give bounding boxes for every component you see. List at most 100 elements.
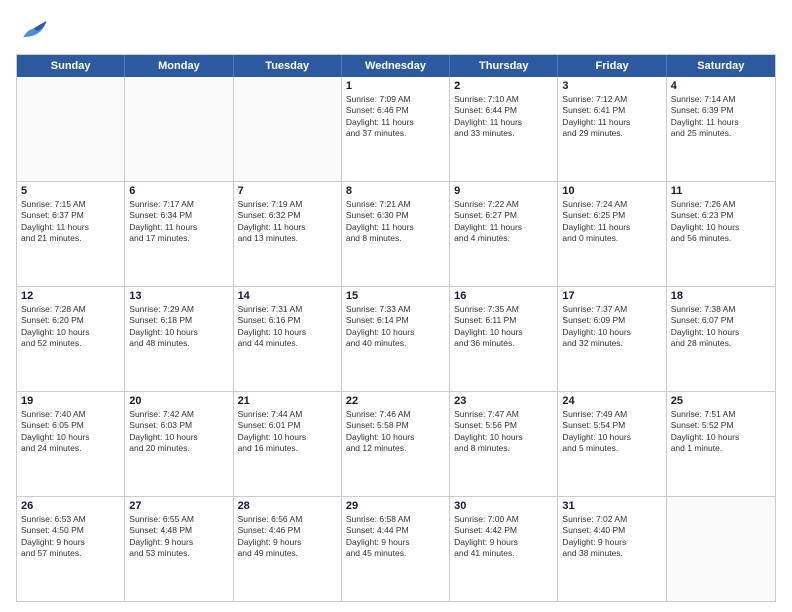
calendar: SundayMondayTuesdayWednesdayThursdayFrid… [16,54,776,602]
day-cell-22: 22Sunrise: 7:46 AM Sunset: 5:58 PM Dayli… [342,392,450,496]
day-cell-11: 11Sunrise: 7:26 AM Sunset: 6:23 PM Dayli… [667,182,775,286]
calendar-row-3: 19Sunrise: 7:40 AM Sunset: 6:05 PM Dayli… [17,391,775,496]
day-cell-30: 30 Sunrise: 7:00 AM Sunset: 4:42 PM Dayli… [450,497,558,601]
weekday-header-tuesday: Tuesday [234,55,342,77]
day-number: 13 [129,290,228,302]
day-cell-20: 20 Sunrise: 7:42 AM Sunset: 6:03 PM Dayli… [125,392,233,496]
day-number: 21 [238,395,337,407]
day-cell-17: 17Sunrise: 7:37 AM Sunset: 6:09 PM Dayli… [558,287,666,391]
day-info: Sunrise: 7:33 AM Sunset: 6:14 PM Dayligh… [346,304,445,350]
day-info: Sunrise: 7:09 AM Sunset: 6:46 PM Dayligh… [346,94,445,140]
calendar-body: 1 Sunrise: 7:09 AM Sunset: 6:46 PM Daylig… [17,77,775,601]
day-info: Sunrise: 7:14 AM Sunset: 6:39 PM Dayligh… [671,94,771,140]
weekday-header-saturday: Saturday [667,55,775,77]
day-info: Sunrise: 7:49 AM Sunset: 5:54 PM Dayligh… [562,409,661,455]
day-info: Sunrise: 7:00 AM Sunset: 4:42 PM Dayligh… [454,514,553,560]
day-number: 28 [238,500,337,512]
day-cell-14: 14 Sunrise: 7:31 AM Sunset: 6:16 PM Dayli… [234,287,342,391]
day-number: 8 [346,185,445,197]
day-number: 7 [238,185,337,197]
day-number: 11 [671,185,771,197]
page: SundayMondayTuesdayWednesdayThursdayFrid… [0,0,792,612]
day-info: Sunrise: 7:31 AM Sunset: 6:16 PM Dayligh… [238,304,337,350]
day-cell-18: 18 Sunrise: 7:38 AM Sunset: 6:07 PM Dayli… [667,287,775,391]
day-info: Sunrise: 7:24 AM Sunset: 6:25 PM Dayligh… [562,199,661,245]
day-cell-9: 9Sunrise: 7:22 AM Sunset: 6:27 PM Daylig… [450,182,558,286]
day-number: 1 [346,80,445,92]
day-info: Sunrise: 7:35 AM Sunset: 6:11 PM Dayligh… [454,304,553,350]
day-cell-6: 6 Sunrise: 7:17 AM Sunset: 6:34 PM Daylig… [125,182,233,286]
calendar-row-4: 26 Sunrise: 6:53 AM Sunset: 4:50 PM Dayli… [17,496,775,601]
day-number: 3 [562,80,661,92]
day-cell-16: 16 Sunrise: 7:35 AM Sunset: 6:11 PM Dayli… [450,287,558,391]
day-cell-19: 19Sunrise: 7:40 AM Sunset: 6:05 PM Dayli… [17,392,125,496]
day-number: 10 [562,185,661,197]
day-info: Sunrise: 7:28 AM Sunset: 6:20 PM Dayligh… [21,304,120,350]
day-cell-3: 3 Sunrise: 7:12 AM Sunset: 6:41 PM Daylig… [558,77,666,181]
day-cell-15: 15Sunrise: 7:33 AM Sunset: 6:14 PM Dayli… [342,287,450,391]
day-number: 26 [21,500,120,512]
day-info: Sunrise: 6:56 AM Sunset: 4:46 PM Dayligh… [238,514,337,560]
day-info: Sunrise: 7:02 AM Sunset: 4:40 PM Dayligh… [562,514,661,560]
day-number: 24 [562,395,661,407]
day-number: 20 [129,395,228,407]
day-number: 30 [454,500,553,512]
day-info: Sunrise: 6:55 AM Sunset: 4:48 PM Dayligh… [129,514,228,560]
day-number: 12 [21,290,120,302]
day-number: 6 [129,185,228,197]
day-info: Sunrise: 7:42 AM Sunset: 6:03 PM Dayligh… [129,409,228,455]
day-info: Sunrise: 7:21 AM Sunset: 6:30 PM Dayligh… [346,199,445,245]
day-cell-23: 23Sunrise: 7:47 AM Sunset: 5:56 PM Dayli… [450,392,558,496]
day-number: 5 [21,185,120,197]
day-info: Sunrise: 7:12 AM Sunset: 6:41 PM Dayligh… [562,94,661,140]
day-number: 14 [238,290,337,302]
day-number: 29 [346,500,445,512]
day-cell-12: 12 Sunrise: 7:28 AM Sunset: 6:20 PM Dayli… [17,287,125,391]
day-info: Sunrise: 7:10 AM Sunset: 6:44 PM Dayligh… [454,94,553,140]
day-info: Sunrise: 7:19 AM Sunset: 6:32 PM Dayligh… [238,199,337,245]
day-info: Sunrise: 7:46 AM Sunset: 5:58 PM Dayligh… [346,409,445,455]
empty-cell-0-2 [234,77,342,181]
day-number: 16 [454,290,553,302]
weekday-header-sunday: Sunday [17,55,125,77]
day-number: 27 [129,500,228,512]
day-info: Sunrise: 7:40 AM Sunset: 6:05 PM Dayligh… [21,409,120,455]
empty-cell-0-0 [17,77,125,181]
day-cell-31: 31 Sunrise: 7:02 AM Sunset: 4:40 PM Dayli… [558,497,666,601]
empty-cell-4-6 [667,497,775,601]
day-number: 2 [454,80,553,92]
day-cell-5: 5 Sunrise: 7:15 AM Sunset: 6:37 PM Daylig… [17,182,125,286]
day-number: 17 [562,290,661,302]
empty-cell-0-1 [125,77,233,181]
calendar-row-0: 1 Sunrise: 7:09 AM Sunset: 6:46 PM Daylig… [17,77,775,181]
day-cell-24: 24 Sunrise: 7:49 AM Sunset: 5:54 PM Dayli… [558,392,666,496]
calendar-row-1: 5 Sunrise: 7:15 AM Sunset: 6:37 PM Daylig… [17,181,775,286]
day-info: Sunrise: 7:15 AM Sunset: 6:37 PM Dayligh… [21,199,120,245]
day-info: Sunrise: 7:44 AM Sunset: 6:01 PM Dayligh… [238,409,337,455]
day-info: Sunrise: 6:53 AM Sunset: 4:50 PM Dayligh… [21,514,120,560]
day-info: Sunrise: 7:29 AM Sunset: 6:18 PM Dayligh… [129,304,228,350]
day-cell-2: 2 Sunrise: 7:10 AM Sunset: 6:44 PM Daylig… [450,77,558,181]
weekday-header-wednesday: Wednesday [342,55,450,77]
calendar-header: SundayMondayTuesdayWednesdayThursdayFrid… [17,55,775,77]
weekday-header-thursday: Thursday [450,55,558,77]
calendar-row-2: 12 Sunrise: 7:28 AM Sunset: 6:20 PM Dayli… [17,286,775,391]
day-info: Sunrise: 7:38 AM Sunset: 6:07 PM Dayligh… [671,304,771,350]
day-info: Sunrise: 6:58 AM Sunset: 4:44 PM Dayligh… [346,514,445,560]
weekday-header-monday: Monday [125,55,233,77]
day-cell-1: 1 Sunrise: 7:09 AM Sunset: 6:46 PM Daylig… [342,77,450,181]
day-number: 18 [671,290,771,302]
day-cell-4: 4Sunrise: 7:14 AM Sunset: 6:39 PM Daylig… [667,77,775,181]
logo [16,12,56,48]
day-info: Sunrise: 7:17 AM Sunset: 6:34 PM Dayligh… [129,199,228,245]
day-info: Sunrise: 7:47 AM Sunset: 5:56 PM Dayligh… [454,409,553,455]
day-cell-28: 28 Sunrise: 6:56 AM Sunset: 4:46 PM Dayli… [234,497,342,601]
day-number: 31 [562,500,661,512]
day-info: Sunrise: 7:51 AM Sunset: 5:52 PM Dayligh… [671,409,771,455]
day-cell-27: 27 Sunrise: 6:55 AM Sunset: 4:48 PM Dayli… [125,497,233,601]
day-number: 9 [454,185,553,197]
day-cell-29: 29 Sunrise: 6:58 AM Sunset: 4:44 PM Dayli… [342,497,450,601]
logo-icon [16,12,52,48]
day-cell-13: 13 Sunrise: 7:29 AM Sunset: 6:18 PM Dayli… [125,287,233,391]
day-cell-25: 25Sunrise: 7:51 AM Sunset: 5:52 PM Dayli… [667,392,775,496]
